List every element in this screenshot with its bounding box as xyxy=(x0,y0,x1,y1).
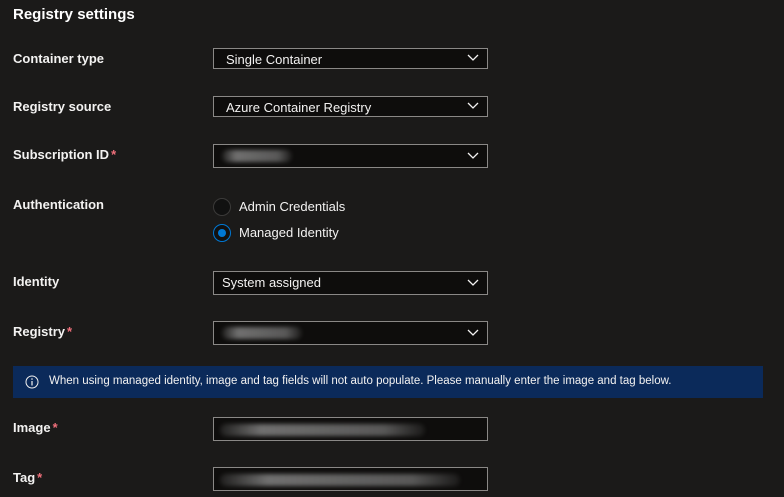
section-title: Registry settings xyxy=(13,6,135,23)
identity-dropdown[interactable]: System assigned xyxy=(213,271,488,295)
redacted-value xyxy=(220,474,460,486)
subscription-id-dropdown[interactable] xyxy=(213,144,488,168)
chevron-down-icon xyxy=(467,102,479,109)
info-banner-text: When using managed identity, image and t… xyxy=(49,375,672,387)
registry-source-value: Azure Container Registry xyxy=(226,100,372,115)
registry-label-text: Registry xyxy=(13,324,66,339)
redacted-value xyxy=(220,424,425,436)
required-marker: * xyxy=(37,470,43,485)
subscription-id-label: Subscription ID * xyxy=(13,147,116,162)
tag-input[interactable] xyxy=(213,467,488,491)
radio-label: Admin Credentials xyxy=(239,199,346,214)
radio-label: Managed Identity xyxy=(239,225,339,240)
authentication-label-text: Authentication xyxy=(13,197,104,212)
required-marker: * xyxy=(52,420,58,435)
image-input[interactable] xyxy=(213,417,488,441)
image-label: Image * xyxy=(13,420,58,435)
redacted-value xyxy=(222,150,292,162)
chevron-down-icon xyxy=(467,152,479,159)
registry-source-label: Registry source xyxy=(13,99,111,114)
image-label-text: Image xyxy=(13,420,51,435)
identity-label-text: Identity xyxy=(13,274,60,289)
radio-button-selected[interactable] xyxy=(213,224,231,242)
registry-label: Registry * xyxy=(13,324,72,339)
radio-button[interactable] xyxy=(213,198,231,216)
registry-source-dropdown[interactable]: Azure Container Registry xyxy=(213,96,488,117)
required-marker: * xyxy=(111,147,117,162)
identity-value: System assigned xyxy=(222,275,321,290)
chevron-down-icon xyxy=(467,279,479,286)
authentication-label: Authentication xyxy=(13,197,104,212)
container-type-dropdown[interactable]: Single Container xyxy=(213,48,488,69)
identity-label: Identity xyxy=(13,274,59,289)
chevron-down-icon xyxy=(467,329,479,336)
redacted-value xyxy=(222,327,302,339)
registry-dropdown[interactable] xyxy=(213,321,488,345)
tag-label: Tag * xyxy=(13,470,42,485)
container-type-label-text: Container type xyxy=(13,51,105,66)
registry-source-label-text: Registry source xyxy=(13,99,112,114)
chevron-down-icon xyxy=(467,54,479,61)
subscription-id-label-text: Subscription ID xyxy=(13,147,110,162)
container-type-value: Single Container xyxy=(226,52,323,67)
info-icon xyxy=(25,375,39,389)
required-marker: * xyxy=(67,324,73,339)
info-banner: When using managed identity, image and t… xyxy=(13,366,763,398)
container-type-label: Container type xyxy=(13,51,104,66)
tag-label-text: Tag xyxy=(13,470,36,485)
